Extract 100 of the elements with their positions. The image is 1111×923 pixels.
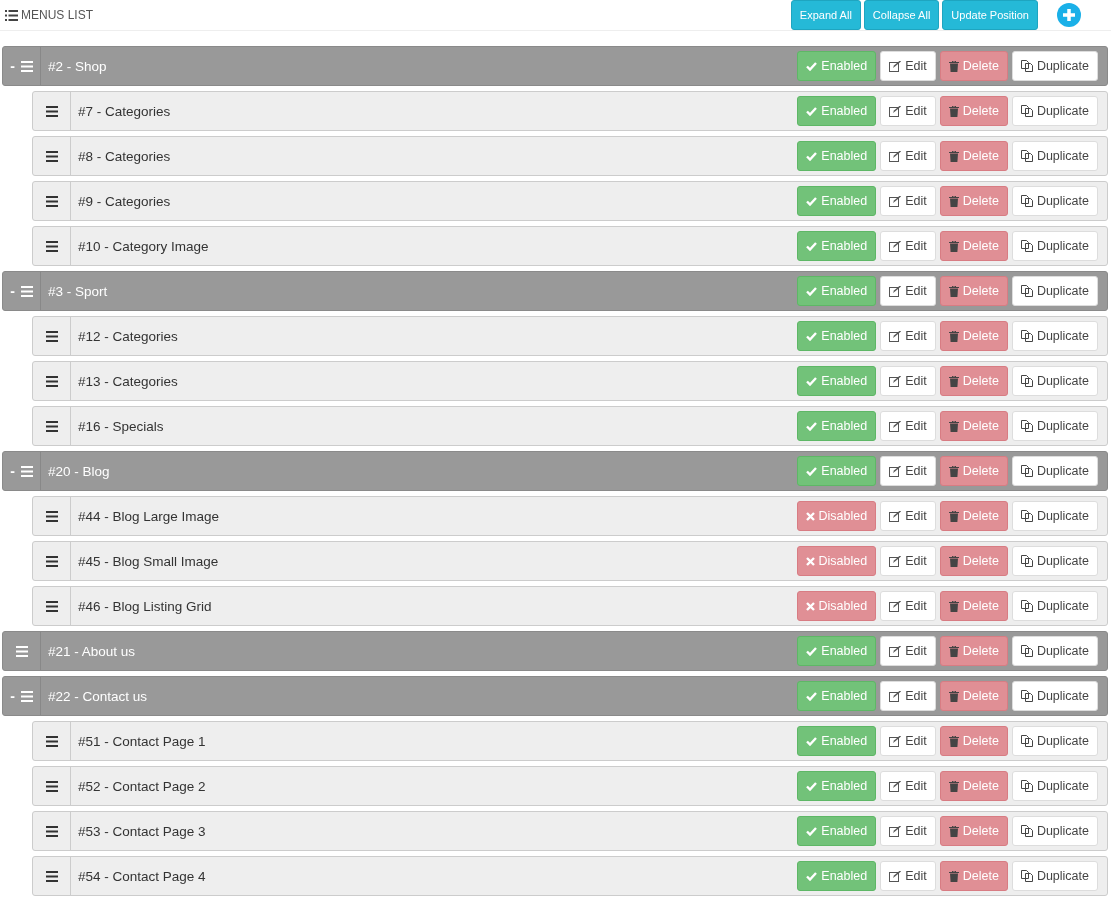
status-button[interactable]: Enabled: [797, 726, 877, 756]
delete-button[interactable]: Delete: [939, 726, 1008, 756]
status-button[interactable]: Enabled: [797, 231, 877, 261]
duplicate-button[interactable]: Duplicate: [1011, 366, 1098, 396]
drag-handle-icon[interactable]: [45, 735, 58, 747]
drag-handle-icon[interactable]: [45, 420, 58, 432]
delete-button[interactable]: Delete: [939, 141, 1008, 171]
edit-button[interactable]: Edit: [880, 726, 936, 756]
duplicate-button[interactable]: Duplicate: [1011, 636, 1098, 666]
duplicate-button[interactable]: Duplicate: [1011, 501, 1098, 531]
drag-handle-icon[interactable]: [45, 600, 58, 612]
drag-handle-icon[interactable]: [45, 195, 58, 207]
drag-handle-icon[interactable]: [45, 330, 58, 342]
duplicate-button[interactable]: Duplicate: [1011, 186, 1098, 216]
duplicate-button[interactable]: Duplicate: [1011, 456, 1098, 486]
duplicate-button[interactable]: Duplicate: [1011, 546, 1098, 576]
drag-handle-icon[interactable]: [45, 510, 58, 522]
status-button[interactable]: Enabled: [797, 96, 877, 126]
duplicate-button[interactable]: Duplicate: [1011, 726, 1098, 756]
drag-handle-icon[interactable]: [20, 465, 33, 477]
edit-button[interactable]: Edit: [880, 411, 936, 441]
delete-button[interactable]: Delete: [939, 816, 1008, 846]
delete-button[interactable]: Delete: [939, 366, 1008, 396]
collapse-toggle[interactable]: -: [10, 463, 15, 479]
delete-button[interactable]: Delete: [939, 186, 1008, 216]
delete-button[interactable]: Delete: [939, 681, 1008, 711]
delete-button[interactable]: Delete: [939, 321, 1008, 351]
status-button[interactable]: Enabled: [797, 771, 877, 801]
duplicate-button[interactable]: Duplicate: [1011, 141, 1098, 171]
delete-button[interactable]: Delete: [939, 546, 1008, 576]
edit-button[interactable]: Edit: [880, 546, 936, 576]
status-button[interactable]: Enabled: [797, 276, 877, 306]
duplicate-button[interactable]: Duplicate: [1011, 411, 1098, 441]
drag-handle-icon[interactable]: [45, 375, 58, 387]
drag-handle-icon[interactable]: [20, 690, 33, 702]
status-button[interactable]: Enabled: [797, 411, 877, 441]
duplicate-button[interactable]: Duplicate: [1011, 591, 1098, 621]
toolbar-button[interactable]: Expand All: [790, 0, 861, 30]
duplicate-button[interactable]: Duplicate: [1011, 321, 1098, 351]
delete-button[interactable]: Delete: [939, 861, 1008, 891]
delete-button[interactable]: Delete: [939, 231, 1008, 261]
collapse-toggle[interactable]: -: [10, 58, 15, 74]
delete-button[interactable]: Delete: [939, 591, 1008, 621]
delete-button[interactable]: Delete: [939, 411, 1008, 441]
delete-button[interactable]: Delete: [939, 276, 1008, 306]
drag-handle[interactable]: -: [3, 677, 41, 715]
status-button[interactable]: Enabled: [797, 141, 877, 171]
edit-button[interactable]: Edit: [880, 321, 936, 351]
edit-button[interactable]: Edit: [880, 51, 936, 81]
drag-handle-icon[interactable]: [45, 870, 58, 882]
duplicate-button[interactable]: Duplicate: [1011, 816, 1098, 846]
status-button[interactable]: Enabled: [797, 861, 877, 891]
edit-button[interactable]: Edit: [880, 591, 936, 621]
drag-handle-icon[interactable]: [45, 825, 58, 837]
duplicate-button[interactable]: Duplicate: [1011, 861, 1098, 891]
edit-button[interactable]: Edit: [880, 276, 936, 306]
status-button[interactable]: Enabled: [797, 186, 877, 216]
collapse-toggle[interactable]: -: [10, 283, 15, 299]
edit-button[interactable]: Edit: [880, 681, 936, 711]
status-button[interactable]: Disabled: [796, 501, 877, 531]
drag-handle-icon[interactable]: [15, 645, 28, 657]
status-button[interactable]: Enabled: [797, 456, 877, 486]
status-button[interactable]: Enabled: [797, 366, 877, 396]
edit-button[interactable]: Edit: [880, 366, 936, 396]
status-button[interactable]: Enabled: [797, 636, 877, 666]
drag-handle-icon[interactable]: [45, 150, 58, 162]
edit-button[interactable]: Edit: [880, 231, 936, 261]
delete-button[interactable]: Delete: [939, 51, 1008, 81]
status-button[interactable]: Disabled: [796, 546, 877, 576]
drag-handle-icon[interactable]: [45, 240, 58, 252]
toolbar-button[interactable]: Update Position: [942, 0, 1038, 30]
drag-handle-icon[interactable]: [20, 60, 33, 72]
duplicate-button[interactable]: Duplicate: [1011, 51, 1098, 81]
edit-button[interactable]: Edit: [880, 501, 936, 531]
edit-button[interactable]: Edit: [880, 861, 936, 891]
edit-button[interactable]: Edit: [880, 96, 936, 126]
edit-button[interactable]: Edit: [880, 186, 936, 216]
duplicate-button[interactable]: Duplicate: [1011, 231, 1098, 261]
delete-button[interactable]: Delete: [939, 636, 1008, 666]
delete-button[interactable]: Delete: [939, 96, 1008, 126]
toolbar-button[interactable]: Collapse All: [863, 0, 940, 30]
duplicate-button[interactable]: Duplicate: [1011, 276, 1098, 306]
collapse-toggle[interactable]: -: [10, 688, 15, 704]
drag-handle-icon[interactable]: [45, 780, 58, 792]
duplicate-button[interactable]: Duplicate: [1011, 771, 1098, 801]
drag-handle[interactable]: -: [3, 452, 41, 490]
duplicate-button[interactable]: Duplicate: [1011, 96, 1098, 126]
drag-handle-icon[interactable]: [45, 555, 58, 567]
edit-button[interactable]: Edit: [880, 141, 936, 171]
edit-button[interactable]: Edit: [880, 636, 936, 666]
delete-button[interactable]: Delete: [939, 456, 1008, 486]
drag-handle-icon[interactable]: [20, 285, 33, 297]
status-button[interactable]: Enabled: [797, 816, 877, 846]
edit-button[interactable]: Edit: [880, 771, 936, 801]
status-button[interactable]: Enabled: [797, 681, 877, 711]
status-button[interactable]: Enabled: [797, 51, 877, 81]
delete-button[interactable]: Delete: [939, 771, 1008, 801]
delete-button[interactable]: Delete: [939, 501, 1008, 531]
edit-button[interactable]: Edit: [880, 456, 936, 486]
status-button[interactable]: Enabled: [797, 321, 877, 351]
